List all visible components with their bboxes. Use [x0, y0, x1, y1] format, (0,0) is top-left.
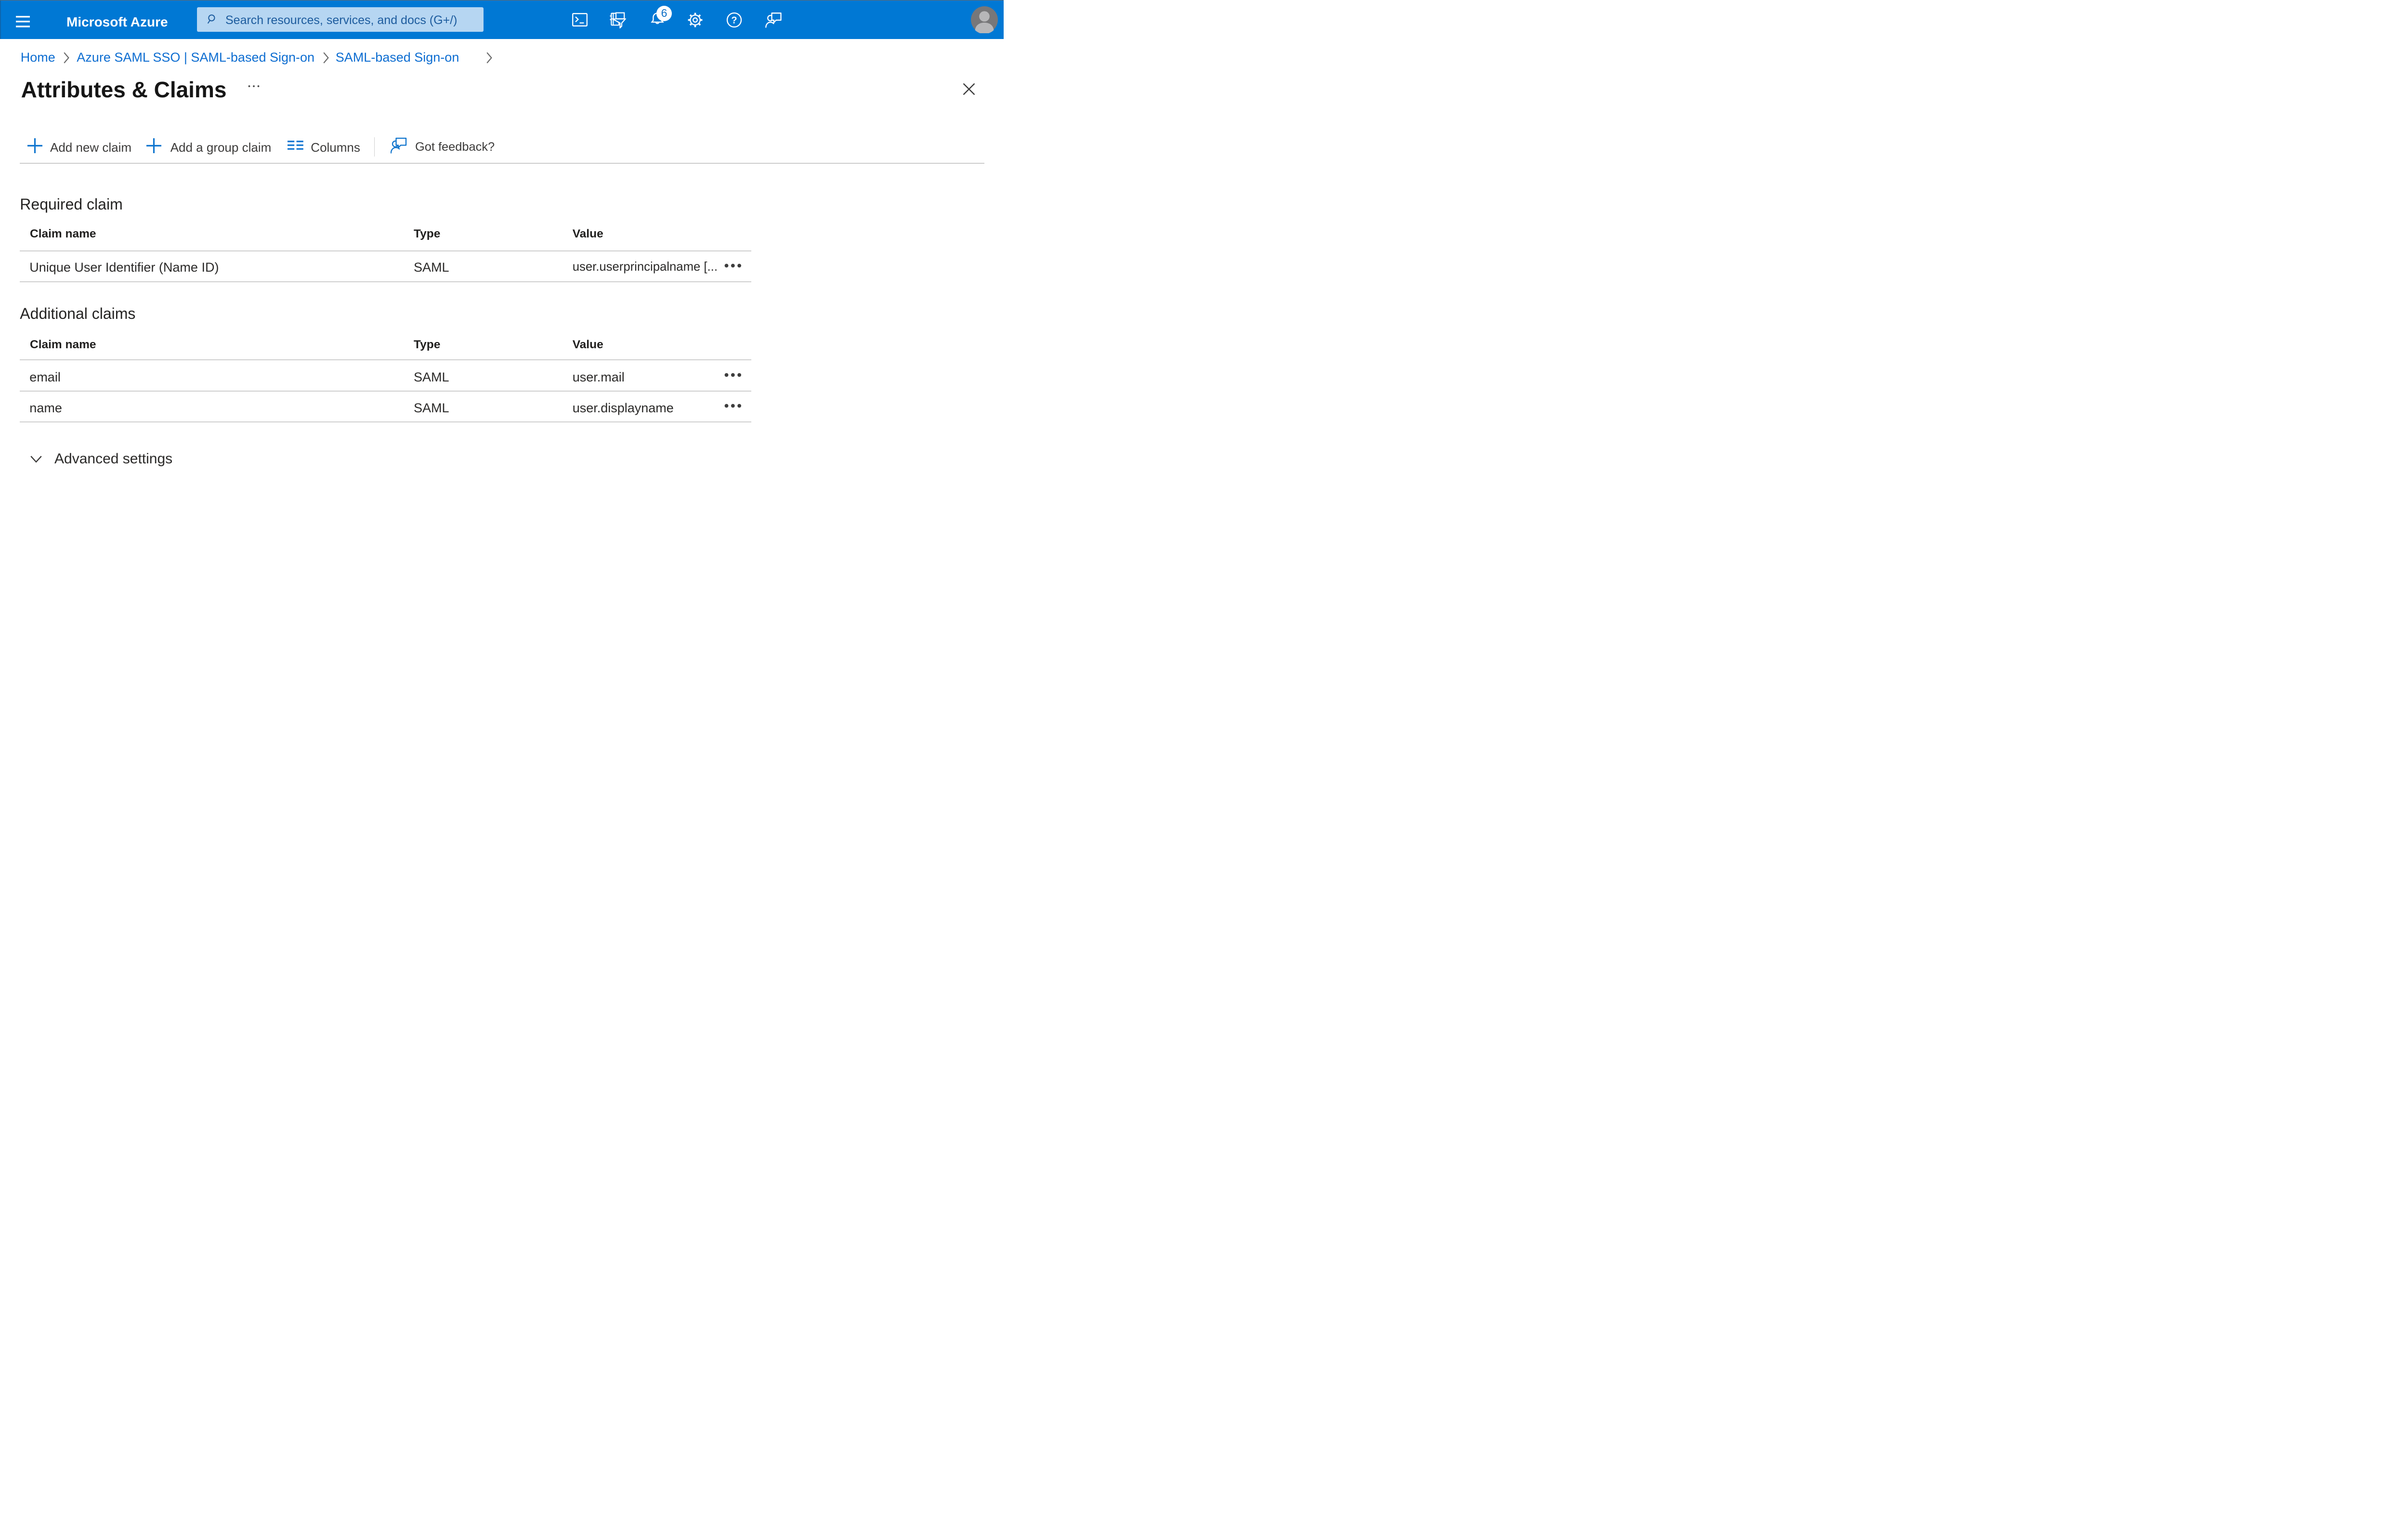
svg-text:?: ? [731, 15, 737, 26]
